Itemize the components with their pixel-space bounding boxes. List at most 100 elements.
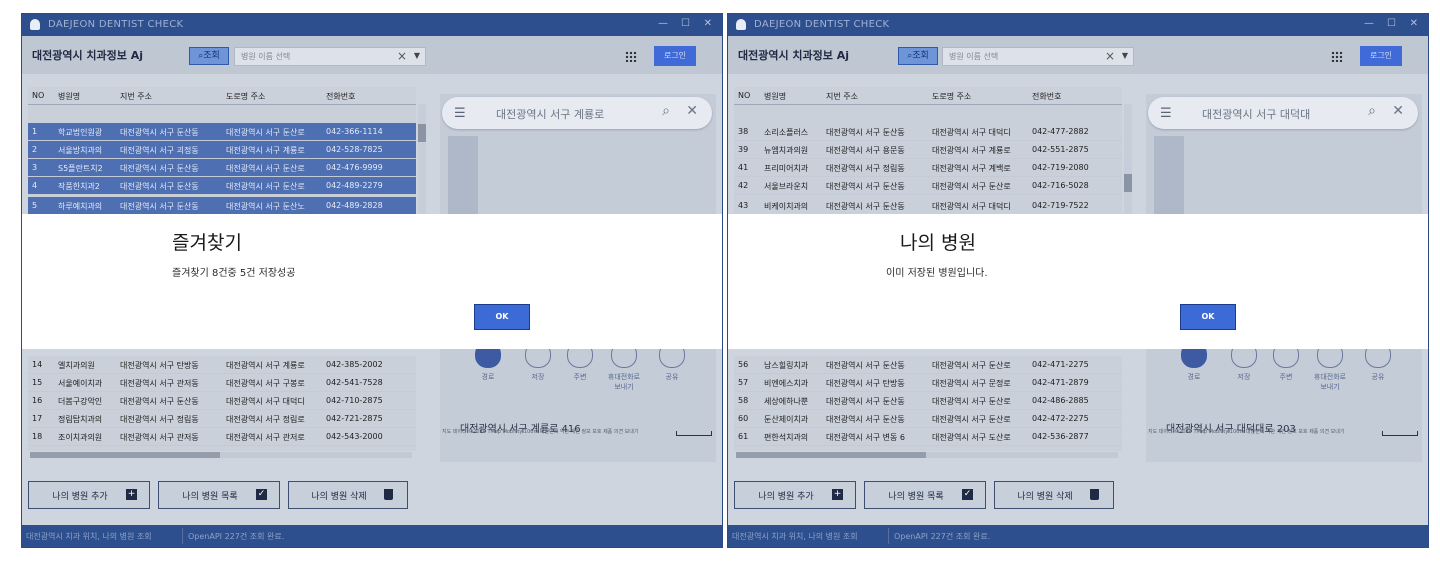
delete-my-hospital-button[interactable]: 나의 병원 삭제 xyxy=(288,481,408,509)
column-header-name[interactable]: 병원명 xyxy=(764,91,824,102)
cell-road-address: 대전광역시 서구 계룡로 xyxy=(226,146,305,155)
table-row[interactable]: 58 세상에하나뿐 대전광역시 서구 둔산동 대전광역시 서구 둔산로 042-486-… xyxy=(734,392,1122,410)
cell-name: 서울브라운치 xyxy=(764,182,809,191)
cell-name: 작품한치과2 xyxy=(58,182,100,191)
close-button[interactable]: ✕ xyxy=(1410,18,1418,29)
chevron-down-icon[interactable]: ▼ xyxy=(414,51,420,60)
table-row[interactable]: 43 비케이치과의 대전광역시 서구 둔산동 대전광역시 서구 대덕디 042-719-… xyxy=(734,197,1122,215)
column-header-phone[interactable]: 전화번호 xyxy=(1032,91,1118,102)
table-row[interactable]: 15 서울예이치과 대전광역시 서구 관저동 대전광역시 서구 구봉로 042-541-… xyxy=(28,374,416,392)
table-row[interactable]: 42 서울브라운치 대전광역시 서구 둔산동 대전광역시 서구 둔산로 042-716-… xyxy=(734,177,1122,195)
hospital-combobox[interactable]: 병원 이름 선택 × ▼ xyxy=(234,47,426,66)
column-header-address[interactable]: 지번 주소 xyxy=(826,91,930,102)
close-icon[interactable]: ✕ xyxy=(1392,103,1404,119)
map-search-text: 대전광역시 서구 계룡로 xyxy=(496,108,605,121)
table-row[interactable]: 17 정림탑치과의 대전광역시 서구 정림동 대전광역시 서구 정림로 042-721-… xyxy=(28,410,416,428)
message-dialog: 즐겨찾기 즐겨찾기 8건중 5건 저장성공 OK xyxy=(22,214,722,349)
cell-address: 대전광역시 서구 탄방동 xyxy=(826,379,905,388)
table-vertical-scrollbar[interactable] xyxy=(1124,104,1132,224)
column-header-road-address[interactable]: 도로명 주소 xyxy=(932,91,1030,102)
maximize-button[interactable]: ☐ xyxy=(681,18,690,29)
checkbox-icon: ✓ xyxy=(256,489,267,500)
column-header-phone[interactable]: 전화번호 xyxy=(326,91,412,102)
login-button[interactable]: 로그인 xyxy=(1360,46,1402,66)
clear-icon[interactable]: × xyxy=(397,49,407,63)
map-search-box[interactable]: ☰ 대전광역시 서구 대덕대 ⌕ ✕ xyxy=(1148,97,1418,129)
table-horizontal-scrollbar[interactable] xyxy=(30,452,412,458)
search-button[interactable]: ⌕조회 xyxy=(898,47,938,65)
action-label: 저장 xyxy=(531,373,545,381)
search-icon[interactable]: ⌕ xyxy=(1368,103,1376,119)
chevron-down-icon[interactable]: ▼ xyxy=(1122,51,1128,60)
table-row[interactable]: 57 비엔에스치과 대전광역시 서구 탄방동 대전광역시 서구 문정로 042-471-… xyxy=(734,374,1122,392)
table-vertical-scrollbar[interactable] xyxy=(418,104,426,224)
cell-name: 프리미어치과 xyxy=(764,164,809,173)
cell-address: 대전광역시 서구 둔산동 xyxy=(826,397,905,406)
table-row[interactable]: 39 뉴엠치과의원 대전광역시 서구 용문동 대전광역시 서구 계룡로 042-551-… xyxy=(734,141,1122,159)
column-header-no[interactable]: NO xyxy=(738,91,760,100)
minimize-button[interactable]: — xyxy=(1364,18,1374,29)
table-row[interactable]: 16 더봄구강악인 대전광역시 서구 둔산동 대전광역시 서구 대덕디 042-710-… xyxy=(28,392,416,410)
table-row[interactable]: 3 S5플란트치2 대전광역시 서구 둔산동 대전광역시 서구 둔산로 042-476-… xyxy=(28,159,416,177)
clear-icon[interactable]: × xyxy=(1105,49,1115,63)
scrollbar-thumb[interactable] xyxy=(1124,174,1132,192)
column-header-address[interactable]: 지번 주소 xyxy=(120,91,224,102)
maximize-button[interactable]: ☐ xyxy=(1387,18,1396,29)
cell-phone: 042-528-7825 xyxy=(326,145,383,154)
cell-address: 대전광역시 서구 탄방동 xyxy=(120,361,199,370)
add-my-hospital-button[interactable]: 나의 병원 추가 + xyxy=(734,481,856,509)
action-label: 주변 xyxy=(573,373,587,381)
map-attribution[interactable]: 지도 데이터 ©2024 TMap Mobility 100m 대한민국 약관 … xyxy=(442,429,662,435)
search-button[interactable]: ⌕조회 xyxy=(189,47,229,65)
table-header: NO 병원명 지번 주소 도로명 주소 전화번호 xyxy=(28,87,416,105)
send-to-phone-action[interactable]: 휴대전화로 보내기 xyxy=(1310,342,1350,392)
table-row[interactable]: 4 작품한치과2 대전광역시 서구 둔산동 대전광역시 서구 둔산로 042-489-2… xyxy=(28,177,416,195)
table-row[interactable]: 5 하루예치과의 대전광역시 서구 둔산동 대전광역시 서구 둔산노 042-489-2… xyxy=(28,197,416,215)
cell-address: 대전광역시 서구 둔산동 xyxy=(826,182,905,191)
map-attribution[interactable]: 지도 데이터 ©2024 TMap Mobility 100m 대한민국 약관 … xyxy=(1148,429,1368,435)
scrollbar-thumb[interactable] xyxy=(736,452,926,458)
table-row[interactable]: 2 서울방치과의 대전광역시 서구 괴정동 대전광역시 서구 계룡로 042-528-7… xyxy=(28,141,416,159)
delete-my-hospital-button[interactable]: 나의 병원 삭제 xyxy=(994,481,1114,509)
grid-icon[interactable] xyxy=(625,51,637,62)
grid-icon[interactable] xyxy=(1331,51,1343,62)
search-icon[interactable]: ⌕ xyxy=(662,103,670,119)
table-horizontal-scrollbar[interactable] xyxy=(736,452,1118,458)
menu-icon[interactable]: ☰ xyxy=(1160,106,1172,121)
table-row[interactable]: 60 둔산제이치과 대전광역시 서구 둔산동 대전광역시 서구 둔산로 042-472-… xyxy=(734,410,1122,428)
column-header-road-address[interactable]: 도로명 주소 xyxy=(226,91,324,102)
table-row[interactable]: 56 남스힐링치과 대전광역시 서구 둔산동 대전광역시 서구 둔산로 042-471-… xyxy=(734,356,1122,374)
cell-address: 대전광역시 서구 용문동 xyxy=(826,146,905,155)
minimize-button[interactable]: — xyxy=(658,18,668,29)
table-row[interactable]: 18 조이치과의원 대전광역시 서구 관저동 대전광역시 서구 관저로 042-543-… xyxy=(28,428,416,446)
trash-icon xyxy=(384,489,393,500)
table-row[interactable]: 41 프리미어치과 대전광역시 서구 정림동 대전광역시 서구 계백로 042-719-… xyxy=(734,159,1122,177)
cell-phone: 042-716-5028 xyxy=(1032,181,1089,190)
close-button[interactable]: ✕ xyxy=(704,18,712,29)
login-button[interactable]: 로그인 xyxy=(654,46,696,66)
table-row[interactable]: 61 편한석치과의 대전광역시 서구 변동 6 대전광역시 서구 도산로 042-536… xyxy=(734,428,1122,446)
table-row[interactable]: 38 소리소플러스 대전광역시 서구 둔산동 대전광역시 서구 대덕디 042-477-… xyxy=(734,123,1122,141)
ok-button[interactable]: OK xyxy=(474,304,530,330)
scrollbar-thumb[interactable] xyxy=(418,124,426,142)
cell-phone: 042-471-2879 xyxy=(1032,378,1089,387)
cell-road-address: 대전광역시 서구 둔산로 xyxy=(932,397,1011,406)
ok-button[interactable]: OK xyxy=(1180,304,1236,330)
column-header-name[interactable]: 병원명 xyxy=(58,91,118,102)
cell-road-address: 대전광역시 서구 계룡로 xyxy=(932,146,1011,155)
column-header-no[interactable]: NO xyxy=(32,91,54,100)
hospital-combobox[interactable]: 병원 이름 선택 × ▼ xyxy=(942,47,1134,66)
menu-icon[interactable]: ☰ xyxy=(454,106,466,121)
cell-no: 61 xyxy=(738,432,749,441)
table-row[interactable]: 1 학교법인원광 대전광역시 서구 둔산동 대전광역시 서구 둔산로 042-366-1… xyxy=(28,123,416,141)
my-hospital-list-button[interactable]: 나의 병원 목록 ✓ xyxy=(864,481,986,509)
scrollbar-thumb[interactable] xyxy=(30,452,220,458)
cell-phone: 042-489-2279 xyxy=(326,181,383,190)
close-icon[interactable]: ✕ xyxy=(686,103,698,119)
map-search-box[interactable]: ☰ 대전광역시 서구 계룡로 ⌕ ✕ xyxy=(442,97,712,129)
my-hospital-list-button[interactable]: 나의 병원 목록 ✓ xyxy=(158,481,280,509)
table-row[interactable]: 14 엘치과의원 대전광역시 서구 탄방동 대전광역시 서구 계룡로 042-385-2… xyxy=(28,356,416,374)
send-to-phone-action[interactable]: 휴대전화로 보내기 xyxy=(604,342,644,392)
add-my-hospital-button[interactable]: 나의 병원 추가 + xyxy=(28,481,150,509)
cell-address: 대전광역시 서구 둔산동 xyxy=(120,182,199,191)
